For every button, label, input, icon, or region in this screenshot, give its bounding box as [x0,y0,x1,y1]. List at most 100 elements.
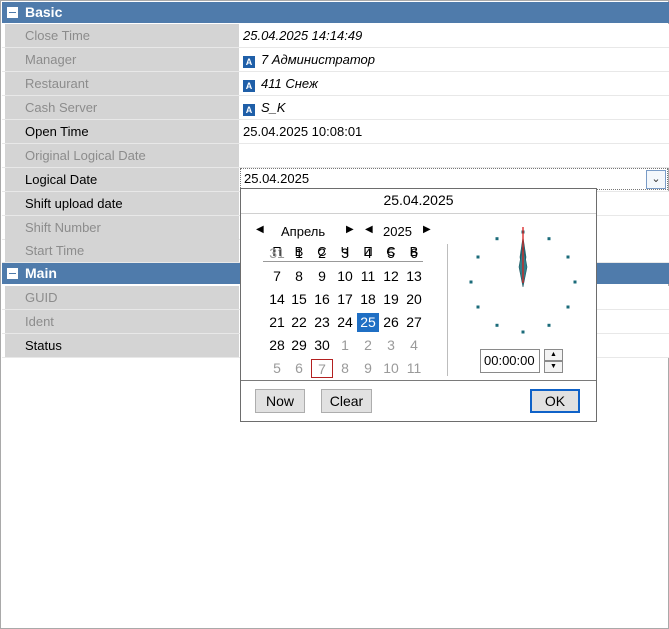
clock-tick [566,255,570,259]
calendar-day[interactable]: 7 [266,267,288,286]
row-open-time[interactable]: Open Time 25.04.2025 10:08:01 [2,120,669,144]
property-value [240,144,669,167]
calendar-day[interactable]: 4 [357,244,379,263]
calendar-day[interactable]: 19 [380,290,402,309]
collapse-icon[interactable] [7,7,18,18]
property-name: Ident [5,310,239,333]
calendar-day[interactable]: 2 [311,244,333,263]
row-cash-server[interactable]: Cash Server A S_K [2,96,669,120]
property-value: 7 Администратор [261,52,376,67]
spin-down-icon[interactable]: ▼ [544,361,563,373]
next-month-icon[interactable]: ▶ [346,224,354,235]
time-input[interactable]: 00:00:00 [480,349,540,373]
property-name: Start Time [5,239,239,262]
object-icon: A [243,56,255,68]
object-icon: A [243,80,255,92]
property-name: Manager [5,48,239,71]
property-value[interactable]: 25.04.2025 10:08:01 [240,120,669,143]
property-value-container: A S_K [240,96,669,119]
calendar-day[interactable]: 11 [357,267,379,286]
property-name: GUID [5,286,239,309]
property-name: Original Logical Date [5,144,239,167]
calendar-day[interactable]: 18 [357,290,379,309]
analog-clock [469,227,577,334]
clock-tick [476,305,480,309]
calendar-day[interactable]: 6 [403,244,425,263]
divider [241,213,596,214]
calendar-day[interactable]: 8 [288,267,310,286]
property-value: 411 Снеж [261,76,318,91]
property-value: 25.04.2025 14:14:49 [240,24,669,47]
divider [241,380,596,381]
calendar-day[interactable]: 13 [403,267,425,286]
clock-tick [573,280,577,284]
spin-up-icon[interactable]: ▲ [544,349,563,361]
calendar-day[interactable]: 10 [380,359,402,378]
category-basic[interactable]: Basic [2,2,669,23]
calendar-day[interactable]: 15 [288,290,310,309]
calendar-day[interactable]: 28 [266,336,288,355]
calendar-day[interactable]: 1 [288,244,310,263]
calendar-day[interactable]: 4 [403,336,425,355]
clock-tick [476,255,480,259]
calendar-day[interactable]: 8 [334,359,356,378]
calendar-day[interactable]: 5 [266,359,288,378]
calendar-day[interactable]: 7 [311,359,333,378]
calendar-day[interactable]: 12 [380,267,402,286]
property-name: Shift upload date [5,192,239,215]
calendar-day[interactable]: 20 [403,290,425,309]
prev-year-icon[interactable]: ◀ [365,224,373,235]
now-button[interactable]: Now [255,389,305,413]
calendar-day[interactable]: 24 [334,313,356,332]
calendar-day[interactable]: 9 [311,267,333,286]
category-label: Main [25,265,57,281]
logical-date-input[interactable]: 25.04.2025 ⌄ [240,168,668,190]
calendar-day[interactable]: 6 [288,359,310,378]
row-restaurant[interactable]: Restaurant A 411 Снеж [2,72,669,96]
object-icon: A [243,104,255,116]
property-value: S_K [261,100,286,115]
property-name: Logical Date [5,168,239,191]
calendar-day[interactable]: 27 [403,313,425,332]
calendar-day[interactable]: 16 [311,290,333,309]
prev-month-icon[interactable]: ◀ [256,224,264,235]
calendar-day[interactable]: 22 [288,313,310,332]
property-value: 25.04.2025 [244,171,310,186]
month-label[interactable]: Апрель [281,224,325,239]
calendar-day[interactable]: 2 [357,336,379,355]
calendar-day[interactable]: 1 [334,336,356,355]
chevron-down-icon[interactable]: ⌄ [646,170,666,189]
calendar-day[interactable]: 10 [334,267,356,286]
property-value-container: A 7 Администратор [240,48,669,71]
row-manager[interactable]: Manager A 7 Администратор [2,48,669,72]
clear-button[interactable]: Clear [321,389,372,413]
clock-tick [521,330,525,334]
calendar-day[interactable]: 3 [334,244,356,263]
row-original-logical-date[interactable]: Original Logical Date [2,144,669,168]
calendar-day[interactable]: 3 [380,336,402,355]
calendar-day[interactable]: 23 [311,313,333,332]
clock-tick [495,237,499,241]
row-close-time[interactable]: Close Time 25.04.2025 14:14:49 [2,24,669,48]
calendar-day[interactable]: 30 [311,336,333,355]
calendar-day[interactable]: 21 [266,313,288,332]
next-year-icon[interactable]: ▶ [423,224,431,235]
calendar-day[interactable]: 25 [357,313,379,332]
date-picker-popup: 25.04.2025 ◀ Апрель ▶ ◀ 2025 ▶ ПВСЧПСВ 3… [240,188,597,422]
property-name: Open Time [5,120,239,143]
clock-tick [469,280,473,284]
calendar-day[interactable]: 5 [380,244,402,263]
calendar-day[interactable]: 11 [403,359,425,378]
ok-button[interactable]: OK [530,389,580,413]
property-name: Close Time [5,24,239,47]
calendar-day[interactable]: 29 [288,336,310,355]
property-name: Status [5,334,239,357]
calendar-day[interactable]: 14 [266,290,288,309]
calendar-day[interactable]: 17 [334,290,356,309]
calendar-day[interactable]: 31 [266,244,288,263]
collapse-icon[interactable] [7,268,18,279]
year-label[interactable]: 2025 [383,224,412,239]
calendar-day[interactable]: 9 [357,359,379,378]
calendar-day[interactable]: 26 [380,313,402,332]
clock-tick [566,305,570,309]
